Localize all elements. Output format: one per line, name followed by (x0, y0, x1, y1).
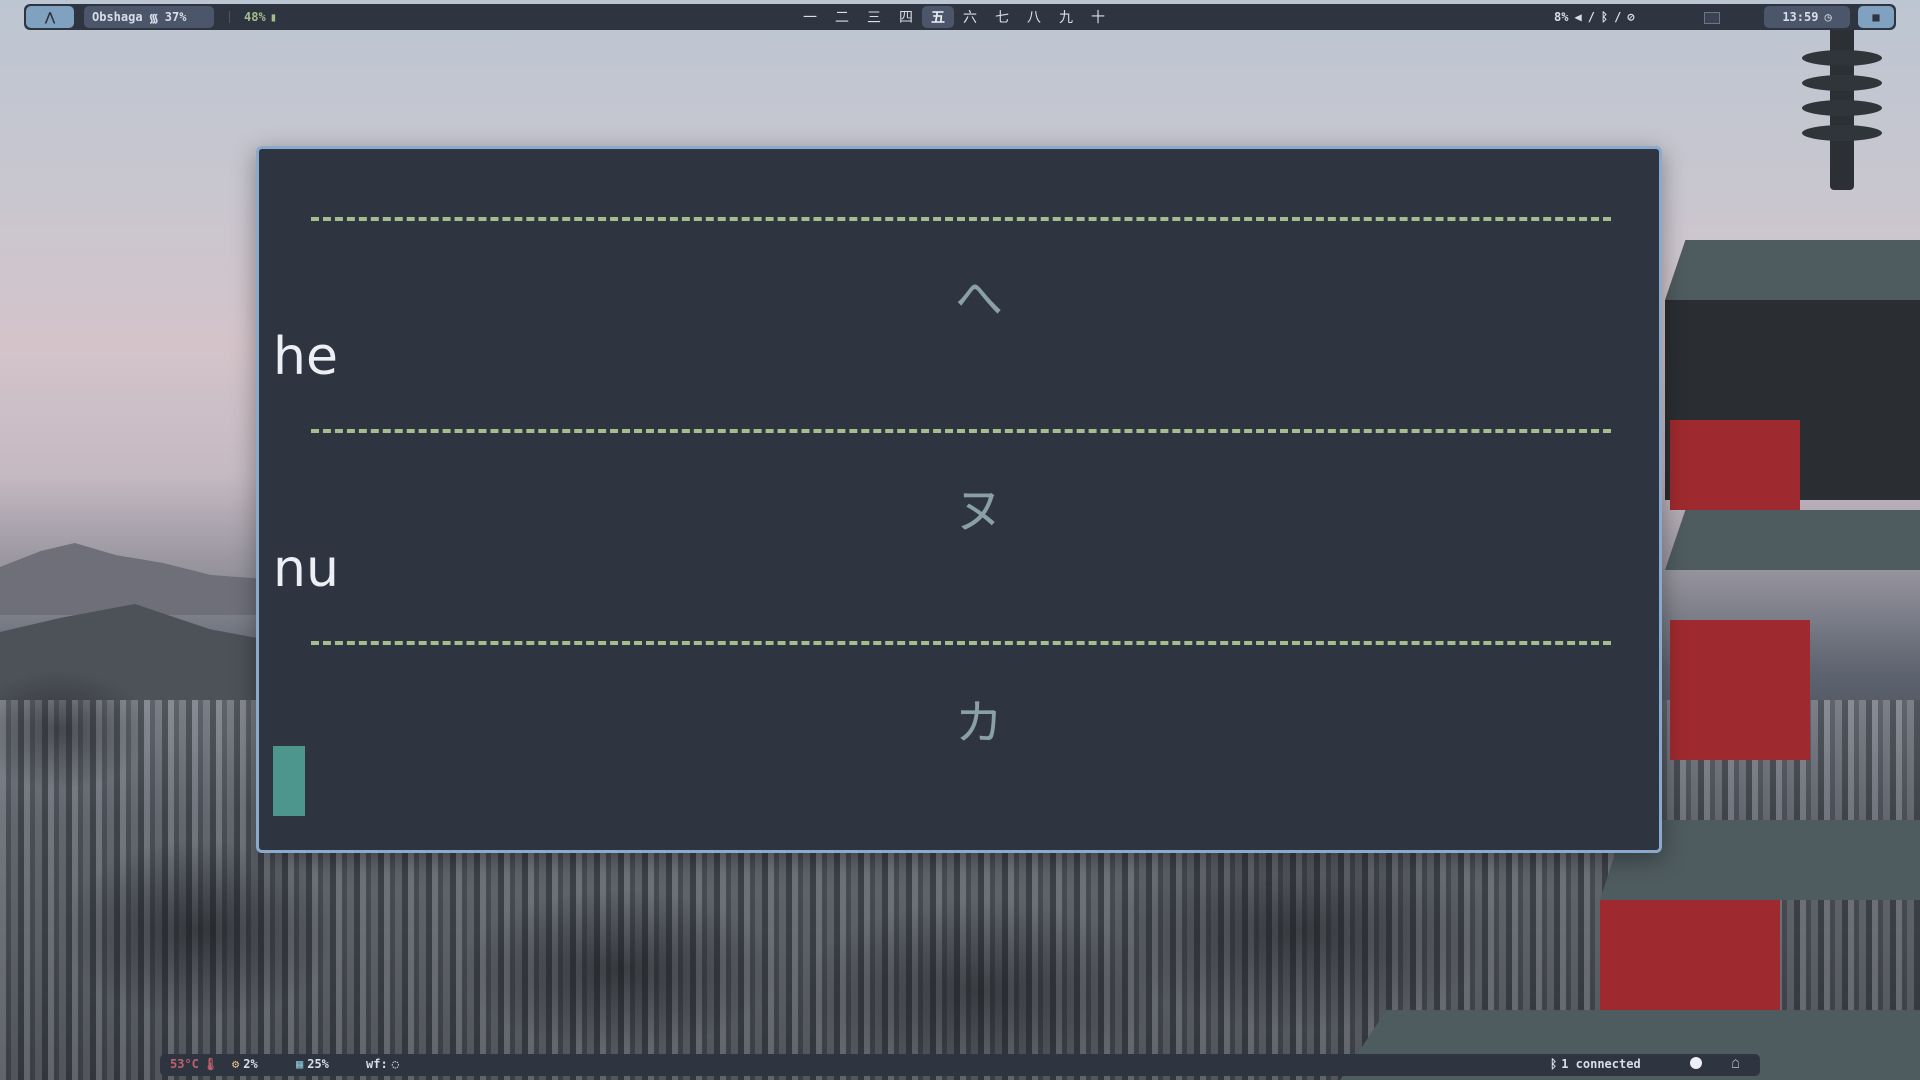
bluetooth-icon: ᛒ (1550, 1057, 1558, 1071)
toggle-icon[interactable] (1690, 1057, 1702, 1069)
romaji-answer: he (273, 327, 338, 387)
workspace-1[interactable]: 一 (794, 6, 826, 28)
divider-line (311, 429, 1611, 433)
terminal-window[interactable]: へ he ヌ nu カ (256, 146, 1662, 853)
clock-icon: ◷ (1824, 10, 1832, 24)
top-bar: ⋀ Obshaga ᯾ 37% 48% ▮ 一 二 三 四 五 六 七 八 九 … (24, 4, 1896, 30)
kana-prompt: カ (954, 695, 1003, 751)
lock-icon: ■ (1872, 10, 1880, 24)
volume-level[interactable]: 8% (1554, 10, 1568, 24)
workspace-7[interactable]: 七 (986, 6, 1018, 28)
spinner-icon: ◌ (391, 1057, 399, 1071)
workspace-5[interactable]: 五 (922, 6, 954, 28)
bluetooth-widget[interactable]: ᛒ 1 connected (1550, 1057, 1641, 1071)
workspace-3[interactable]: 三 (858, 6, 890, 28)
volume-icon[interactable]: ◀ (1574, 10, 1581, 24)
workspace-9[interactable]: 九 (1050, 6, 1082, 28)
bluetooth-status: 1 connected (1561, 1057, 1641, 1071)
romaji-answer: nu (273, 539, 339, 599)
network-name: Obshaga (92, 10, 143, 24)
separator: / (1587, 10, 1595, 24)
bluetooth-icon[interactable]: ᛒ (1601, 10, 1608, 24)
memory-widget[interactable]: ▦ 25% (296, 1057, 329, 1071)
bottom-bar: 53°C 🌡 ⚙ 2% ▦ 25% wf: ◌ ᛒ 1 connected ☖ (160, 1054, 1760, 1076)
kana-prompt: ヌ (954, 483, 1003, 539)
divider-line (311, 217, 1611, 221)
lock-button[interactable]: ■ (1858, 6, 1894, 28)
kana-prompt: へ (954, 271, 1003, 327)
divider (229, 11, 230, 23)
wifi-icon: ᯾ (148, 10, 159, 25)
status-widgets: 8% ◀ / ᛒ / ⊘ (1554, 6, 1635, 28)
clock-time: 13:59 (1782, 10, 1819, 24)
arch-icon: ⋀ (45, 10, 55, 24)
battery-level: 48% (244, 10, 266, 24)
temperature-value: 53°C (170, 1057, 199, 1071)
divider-line (311, 641, 1611, 645)
mic-muted-icon[interactable]: ⊘ (1627, 10, 1634, 24)
tray-icon[interactable] (1704, 12, 1720, 24)
network-widget[interactable]: Obshaga ᯾ 37% (84, 6, 214, 28)
workspace-switcher: 一 二 三 四 五 六 七 八 九 十 (794, 6, 1114, 28)
workspace-8[interactable]: 八 (1018, 6, 1050, 28)
temperature-widget[interactable]: 53°C 🌡 (170, 1057, 218, 1071)
separator: / (1614, 10, 1622, 24)
clock-widget[interactable]: 13:59 ◷ (1764, 6, 1850, 28)
cpu-widget[interactable]: ⚙ 2% (232, 1057, 258, 1071)
ghost-icon[interactable]: ☖ (1732, 1057, 1739, 1071)
thermometer-icon: 🌡 (202, 1057, 219, 1071)
wf-label: wf: (366, 1057, 388, 1071)
memory-value: 25% (307, 1057, 329, 1071)
launcher-button[interactable]: ⋀ (26, 6, 74, 28)
cpu-value: 2% (243, 1057, 258, 1071)
desktop: ⋀ Obshaga ᯾ 37% 48% ▮ 一 二 三 四 五 六 七 八 九 … (0, 0, 1920, 1080)
workspace-2[interactable]: 二 (826, 6, 858, 28)
wifi-strength: 37% (164, 10, 187, 24)
workspace-4[interactable]: 四 (890, 6, 922, 28)
cpu-icon: ⚙ (232, 1057, 240, 1071)
battery-widget[interactable]: 48% ▮ (244, 6, 277, 28)
battery-icon: ▮ (269, 10, 277, 24)
wf-widget[interactable]: wf: ◌ (366, 1057, 399, 1071)
memory-icon: ▦ (296, 1057, 304, 1071)
workspace-10[interactable]: 十 (1082, 6, 1114, 28)
workspace-6[interactable]: 六 (954, 6, 986, 28)
terminal-cursor[interactable] (273, 746, 305, 816)
